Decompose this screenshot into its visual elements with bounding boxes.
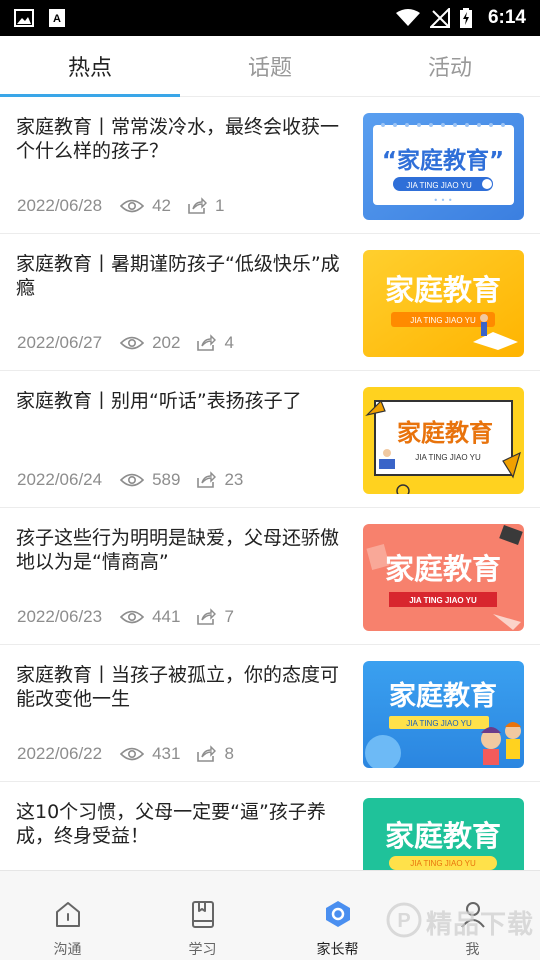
nav-item-study[interactable]: 学习 — [135, 871, 270, 960]
status-time: 6:14 — [487, 7, 526, 28]
nav-label: 沟通 — [53, 942, 82, 958]
article-date: 2022/06/23 — [17, 607, 103, 626]
article-thumbnail: 家庭教育 JIA TING JIAO YU — [363, 387, 524, 494]
view-count: 42 — [152, 196, 172, 215]
view-count: 431 — [152, 744, 181, 763]
top-tabs: 热点 话题 活动 — [0, 36, 540, 97]
share-count: 8 — [224, 744, 234, 763]
article-date: 2022/06/24 — [17, 470, 103, 489]
share-icon — [196, 471, 217, 489]
nav-item-parent-help[interactable]: 家长帮 — [270, 871, 405, 960]
article-thumbnail: 家庭教育 JIA TING JIAO YU — [363, 798, 524, 870]
battery-charging-icon — [459, 8, 472, 28]
article-thumbnail: 家庭教育 JIA TING JIAO YU — [363, 661, 524, 768]
article-thumbnail: 家庭教育 JIA TING JIAO YU — [363, 524, 524, 631]
thumbnail-subtitle: JIA TING JIAO YU — [409, 596, 477, 605]
eye-icon — [120, 609, 145, 625]
article-date: 2022/06/28 — [17, 196, 103, 215]
article-title: 这10个习惯，父母一定要“逼”孩子养成，终身受益！ — [16, 801, 326, 847]
hexagon-icon — [323, 899, 353, 933]
article-date: 2022/06/27 — [17, 333, 103, 352]
eye-icon — [120, 746, 145, 762]
thumbnail-heading: “家庭教育” — [382, 147, 504, 174]
share-count: 4 — [224, 333, 234, 352]
book-icon — [188, 899, 218, 933]
article-meta: 2022/06/24 589 23 — [17, 470, 243, 490]
article-title: 家庭教育丨常常泼冷水，最终会收获一个什么样的孩子？ — [16, 116, 340, 162]
view-count: 589 — [152, 470, 181, 489]
tab-activities[interactable]: 活动 — [360, 36, 540, 96]
article-thumbnail: 家庭教育 JIA TING JIAO YU — [363, 250, 524, 357]
share-count: 7 — [224, 607, 234, 626]
share-icon — [196, 334, 217, 352]
thumbnail-subtitle: JIA TING JIAO YU — [406, 181, 472, 190]
article-meta: 2022/06/23 441 7 — [17, 607, 234, 627]
article-item[interactable]: 家庭教育丨常常泼冷水，最终会收获一个什么样的孩子？ 2022/06/28 42 … — [0, 97, 540, 234]
article-title: 家庭教育丨当孩子被孤立，你的态度可能改变他一生 — [16, 664, 340, 710]
home-icon — [53, 899, 83, 933]
article-title: 家庭教育丨暑期谨防孩子“低级快乐”成瘾 — [16, 253, 340, 299]
share-icon — [196, 745, 217, 763]
article-thumbnail: “家庭教育” JIA TING JIAO YU • • • — [363, 113, 524, 220]
thumbnail-subtitle: JIA TING JIAO YU — [410, 859, 476, 868]
tab-topics[interactable]: 话题 — [180, 36, 360, 96]
view-count: 441 — [152, 607, 181, 626]
article-meta: 2022/06/27 202 4 — [17, 333, 234, 353]
thumbnail-subtitle: JIA TING JIAO YU — [415, 453, 481, 462]
eye-icon — [120, 198, 145, 214]
eye-icon — [120, 472, 145, 488]
share-count: 23 — [224, 470, 244, 489]
image-icon — [14, 9, 34, 27]
signal-icon — [429, 8, 450, 28]
nav-label: 家长帮 — [316, 942, 359, 958]
article-feed: 家庭教育丨常常泼冷水，最终会收获一个什么样的孩子？ 2022/06/28 42 … — [0, 97, 540, 870]
font-download-icon: A — [48, 8, 66, 28]
nav-label: 我 — [465, 942, 480, 958]
svg-text:P: P — [397, 910, 410, 932]
thumbnail-heading: 家庭教育 — [385, 552, 501, 586]
tab-hot[interactable]: 热点 — [0, 36, 180, 97]
article-item[interactable]: 家庭教育丨当孩子被孤立，你的态度可能改变他一生 2022/06/22 431 8… — [0, 645, 540, 782]
thumbnail-subtitle: JIA TING JIAO YU — [406, 719, 472, 728]
article-item[interactable]: 家庭教育丨别用“听话”表扬孩子了 2022/06/24 589 23 家庭教育 … — [0, 371, 540, 508]
svg-text:A: A — [53, 13, 61, 25]
article-item[interactable]: 家庭教育丨暑期谨防孩子“低级快乐”成瘾 2022/06/27 202 4 家庭教… — [0, 234, 540, 371]
svg-text:• • •: • • • — [433, 196, 452, 205]
wifi-icon — [395, 9, 420, 27]
article-title: 家庭教育丨别用“听话”表扬孩子了 — [16, 390, 302, 412]
nav-item-communicate[interactable]: 沟通 — [0, 871, 135, 960]
share-icon — [187, 197, 208, 215]
thumbnail-subtitle: JIA TING JIAO YU — [410, 316, 476, 325]
article-title: 孩子这些行为明明是缺爱，父母还骄傲地以为是“情商高” — [16, 527, 340, 573]
eye-icon — [120, 335, 145, 351]
article-meta: 2022/06/22 431 8 — [17, 744, 234, 764]
thumbnail-heading: 家庭教育 — [385, 273, 501, 307]
share-icon — [196, 608, 217, 626]
view-count: 202 — [152, 333, 181, 352]
status-bar: A 6:14 — [0, 0, 540, 36]
thumbnail-heading: 家庭教育 — [397, 419, 493, 447]
article-item[interactable]: 孩子这些行为明明是缺爱，父母还骄傲地以为是“情商高” 2022/06/23 44… — [0, 508, 540, 645]
article-date: 2022/06/22 — [17, 744, 103, 763]
watermark-text: 精品下载 — [425, 909, 534, 940]
thumbnail-heading: 家庭教育 — [389, 680, 497, 712]
watermark: P 精品下载 — [386, 902, 534, 942]
share-count: 1 — [215, 196, 225, 215]
p-logo-icon: P — [386, 902, 422, 942]
article-meta: 2022/06/28 42 1 — [17, 196, 224, 216]
thumbnail-heading: 家庭教育 — [385, 819, 501, 853]
nav-label: 学习 — [188, 942, 217, 958]
article-item[interactable]: 这10个习惯，父母一定要“逼”孩子养成，终身受益！ 家庭教育 JIA TING … — [0, 782, 540, 870]
